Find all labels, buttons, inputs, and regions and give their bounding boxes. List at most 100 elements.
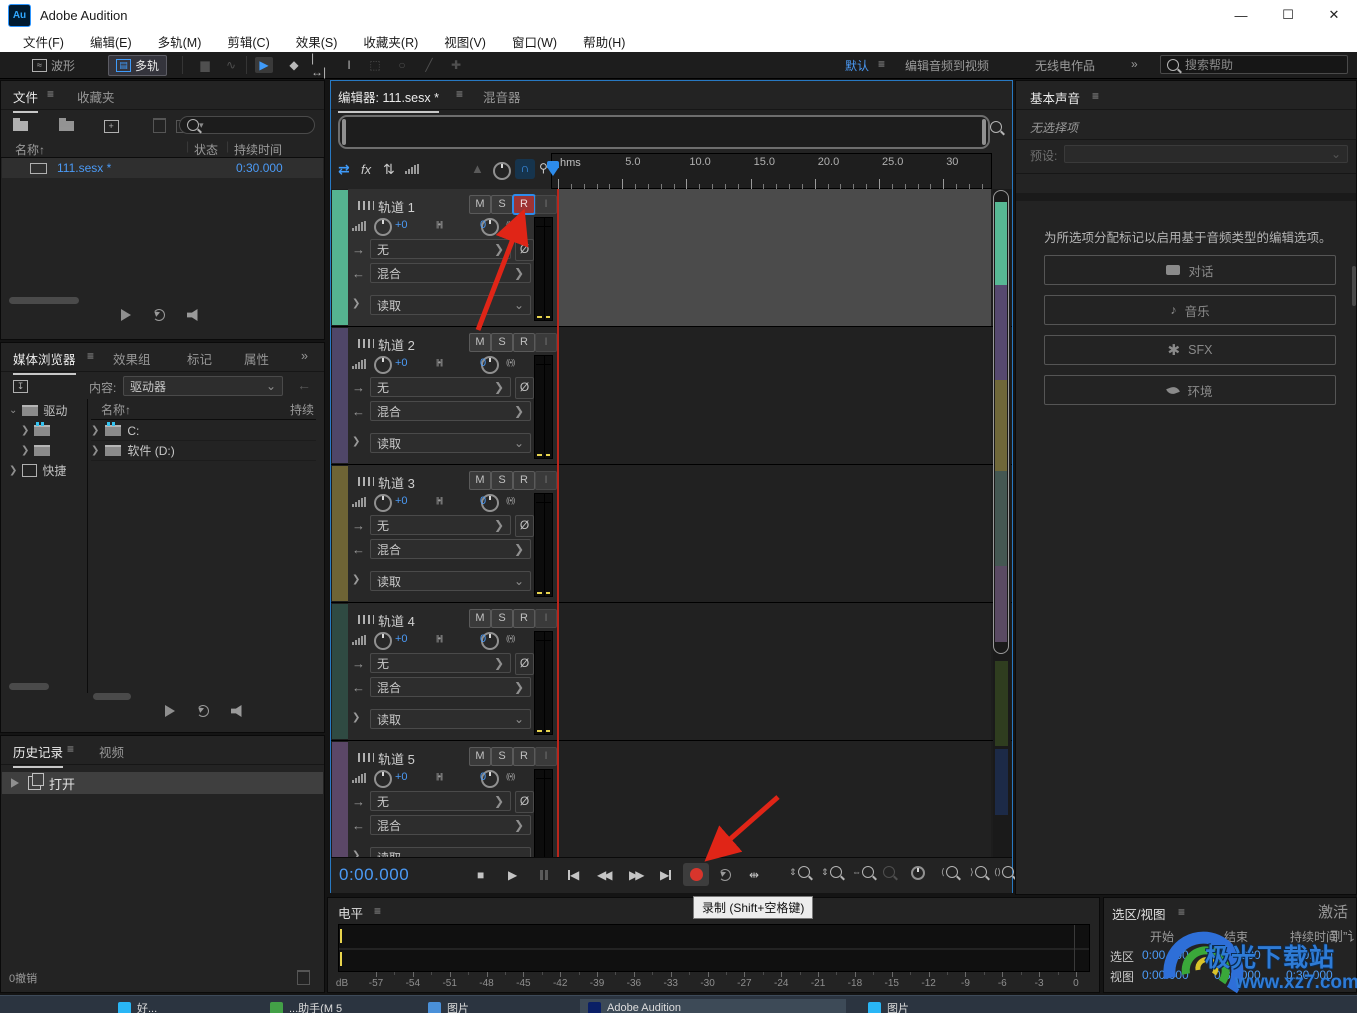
solo-button[interactable]: S — [491, 195, 513, 214]
search-help-box[interactable]: 搜索帮助 — [1160, 55, 1348, 74]
track-name[interactable]: 轨道 1 — [378, 197, 415, 216]
preview-loop-icon[interactable] — [197, 705, 209, 717]
workspace-3[interactable]: 无线电作品 — [1035, 57, 1095, 74]
chevron-down-icon[interactable]: ⌄ — [9, 405, 17, 416]
preview-play-icon[interactable] — [165, 705, 175, 717]
volume-knob[interactable] — [374, 494, 392, 512]
paintbrush-tool[interactable]: ╱ — [420, 57, 438, 73]
skip-selection-button[interactable]: ⇹ — [749, 866, 759, 884]
tree-splitter[interactable] — [87, 399, 88, 693]
column-status[interactable]: 状态 — [194, 141, 218, 158]
pan-value[interactable]: 0 — [480, 633, 486, 645]
preview-loop-icon[interactable] — [153, 309, 165, 321]
timeline-ruler[interactable]: hms — [551, 153, 992, 189]
volume-value[interactable]: +0 — [395, 633, 408, 645]
workspace-2[interactable]: 编辑音频到视频 — [905, 57, 989, 74]
track-color-strip[interactable] — [332, 328, 348, 463]
track-color-strip[interactable] — [332, 190, 348, 325]
spot-healing-tool[interactable]: ✚ — [447, 57, 465, 73]
files-column-headers[interactable]: 名称↑ | 状态 | 持续时间 — [1, 139, 324, 158]
track-color-strip[interactable] — [332, 604, 348, 739]
menu-item[interactable]: 收藏夹(R) — [350, 32, 431, 51]
taskbar-item[interactable]: 好... — [110, 999, 165, 1013]
volume-value[interactable]: +0 — [395, 357, 408, 369]
preview-autoplay-icon[interactable] — [231, 705, 245, 717]
automation-mode-dropdown[interactable]: 读取⌄ — [370, 295, 531, 315]
tab-properties[interactable]: 属性 — [244, 349, 269, 368]
tab-effects-rack[interactable]: 效果组 — [113, 349, 151, 368]
automation-expand-icon[interactable]: ❯ — [352, 574, 360, 585]
import-file-icon[interactable] — [59, 121, 74, 131]
rewind-button[interactable]: ◀◀ — [597, 866, 609, 884]
track-eq-icon[interactable] — [405, 164, 419, 174]
solo-button[interactable]: S — [491, 747, 513, 766]
stop-button[interactable]: ■ — [477, 866, 484, 884]
automation-mode-dropdown[interactable]: 读取⌄ — [370, 709, 531, 729]
tree-item[interactable]: ❯快捷 — [9, 461, 66, 480]
column-name[interactable]: 名称↑ — [15, 141, 45, 158]
volume-value[interactable]: +0 — [395, 219, 408, 231]
track-name[interactable]: 轨道 2 — [378, 335, 415, 354]
output-dropdown[interactable]: 混合❯ — [370, 539, 531, 559]
horizontal-scrollbar[interactable] — [9, 297, 79, 304]
track-sends-icon[interactable]: ⇅ — [383, 161, 395, 178]
tree-item[interactable]: ⌄驱动 — [9, 401, 67, 420]
automation-expand-icon[interactable]: ❯ — [352, 298, 360, 309]
tab-files[interactable]: 文件 — [13, 87, 38, 113]
menu-item[interactable]: 多轨(M) — [145, 32, 215, 51]
tree-item[interactable]: ❯ — [21, 421, 55, 440]
input-monitor-button[interactable]: I — [535, 195, 557, 214]
selection-view-menu-icon[interactable]: ≡ — [1178, 905, 1185, 919]
monitor-input-icon[interactable]: ((•)) — [506, 358, 514, 367]
menu-item[interactable]: 文件(F) — [10, 32, 77, 51]
track-routing-icon[interactable]: ⇄ — [338, 161, 350, 178]
record-arm-button[interactable]: R — [513, 195, 535, 214]
razor-tool[interactable]: ◆ — [285, 57, 303, 73]
automation-expand-icon[interactable]: ❯ — [352, 712, 360, 723]
input-monitor-button[interactable]: I — [535, 333, 557, 352]
panel-scrollbar[interactable] — [1352, 266, 1356, 306]
waveform-view-button[interactable]: ≈ 波形 — [24, 55, 83, 76]
tab-mixer[interactable]: 混音器 — [483, 87, 521, 106]
tab-history[interactable]: 历史记录 — [13, 742, 63, 768]
menu-item[interactable]: 视图(V) — [431, 32, 499, 51]
volume-knob[interactable] — [374, 770, 392, 788]
solo-button[interactable]: S — [491, 609, 513, 628]
zoom-to-selection-button[interactable]: ⟨⟩ — [994, 866, 1014, 878]
loop-playback-button[interactable] — [719, 866, 731, 884]
zoom-in-amplitude-button[interactable]: ⇕ — [789, 866, 810, 878]
menu-item[interactable]: 帮助(H) — [570, 32, 638, 51]
monitor-input-icon[interactable]: ((•)) — [506, 634, 514, 643]
chevron-right-icon[interactable]: ❯ — [9, 465, 17, 476]
preview-autoplay-icon[interactable] — [187, 309, 201, 321]
menu-item[interactable]: 窗口(W) — [499, 32, 570, 51]
automation-expand-icon[interactable]: ❯ — [352, 436, 360, 447]
workspace-1[interactable]: 默认 — [845, 57, 869, 74]
automation-expand-icon[interactable]: ❯ — [352, 850, 360, 857]
playhead-marker[interactable] — [547, 167, 559, 182]
input-dropdown[interactable]: 无❯ — [370, 377, 511, 397]
chevron-right-icon[interactable]: ❯ — [91, 445, 99, 456]
solo-button[interactable]: S — [491, 471, 513, 490]
phase-button[interactable]: Ø — [515, 515, 534, 537]
mute-button[interactable]: M — [469, 747, 491, 766]
volume-value[interactable]: +0 — [395, 495, 408, 507]
skip-to-start-button[interactable]: ◀ — [568, 866, 579, 884]
content-dropdown[interactable]: 驱动器⌄ — [123, 376, 283, 396]
fast-forward-button[interactable]: ▶▶ — [629, 866, 641, 884]
level-meter[interactable] — [338, 924, 1090, 972]
record-arm-button[interactable]: R — [513, 609, 535, 628]
zoom-out-amplitude-button[interactable]: ⇕ — [821, 866, 842, 878]
phase-button[interactable]: Ø — [515, 377, 534, 399]
pause-button[interactable] — [539, 866, 549, 884]
input-dropdown[interactable]: 无❯ — [370, 791, 511, 811]
new-file-icon[interactable]: + — [104, 120, 119, 133]
zoom-navigation-bar[interactable] — [338, 115, 990, 149]
minimize-button[interactable]: — — [1218, 0, 1264, 30]
phase-button[interactable]: Ø — [515, 653, 534, 675]
menu-item[interactable]: 编辑(E) — [77, 32, 145, 51]
zoom-to-out-point-button[interactable]: ⟩ — [970, 866, 987, 878]
files-panel-menu-icon[interactable]: ≡ — [47, 87, 54, 101]
track-clip-area[interactable] — [558, 189, 991, 326]
chevron-right-icon[interactable]: ❯ — [91, 425, 99, 436]
